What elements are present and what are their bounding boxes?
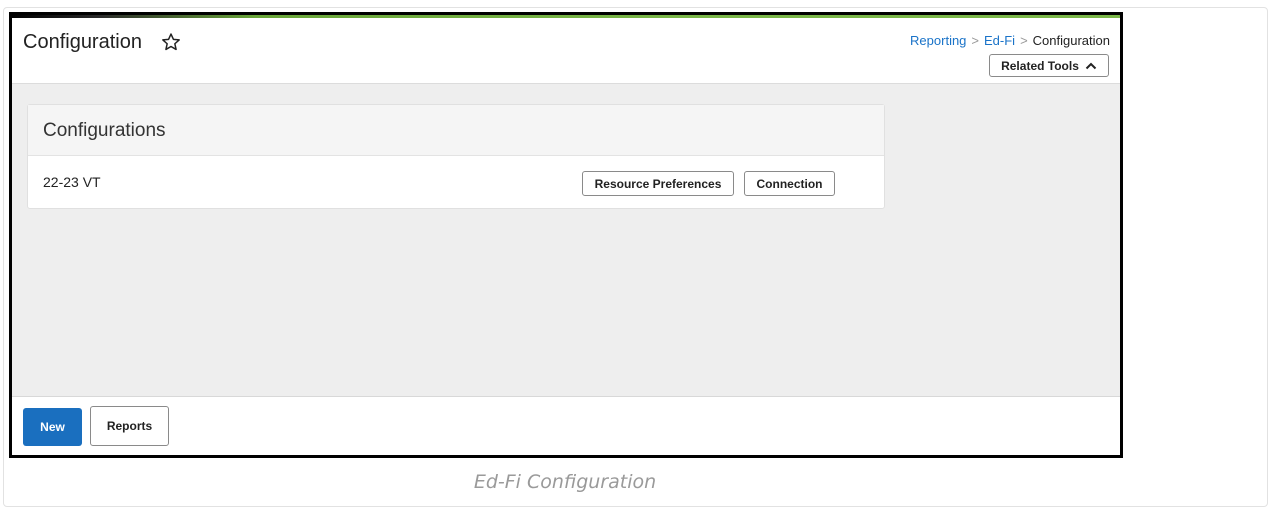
new-button[interactable]: New [23,408,82,446]
resource-preferences-button[interactable]: Resource Preferences [582,171,734,196]
content-area: Configurations 22-23 VT Resource Prefere… [12,84,1120,396]
screenshot-frame: Configuration Reporting > Ed-Fi > Configurat… [9,12,1123,458]
star-outline-icon[interactable] [161,32,181,52]
connection-button[interactable]: Connection [744,171,835,196]
breadcrumb-separator: > [971,33,980,48]
figure-caption: Ed-Fi Configuration [473,471,657,493]
breadcrumb-current: Configuration [1032,33,1110,48]
list-item: 22-23 VT Resource Preferences Connection [28,156,884,208]
panel-title: Configurations [28,105,884,156]
action-bar: New Reports [12,396,1120,455]
related-tools-button[interactable]: Related Tools [989,54,1109,77]
breadcrumb: Reporting > Ed-Fi > Configuration [910,33,1110,48]
page-title: Configuration [23,31,142,53]
breadcrumb-ed-fi[interactable]: Ed-Fi [984,33,1015,48]
breadcrumb-separator: > [1020,33,1028,48]
configurations-panel: Configurations 22-23 VT Resource Prefere… [27,104,885,209]
config-name: 22-23 VT [43,174,101,190]
related-tools-label: Related Tools [1001,58,1079,73]
chevron-up-icon [1085,62,1097,69]
reports-button[interactable]: Reports [90,406,169,446]
page-header: Configuration Reporting > Ed-Fi > Configurat… [12,18,1120,84]
breadcrumb-reporting[interactable]: Reporting [910,33,966,48]
